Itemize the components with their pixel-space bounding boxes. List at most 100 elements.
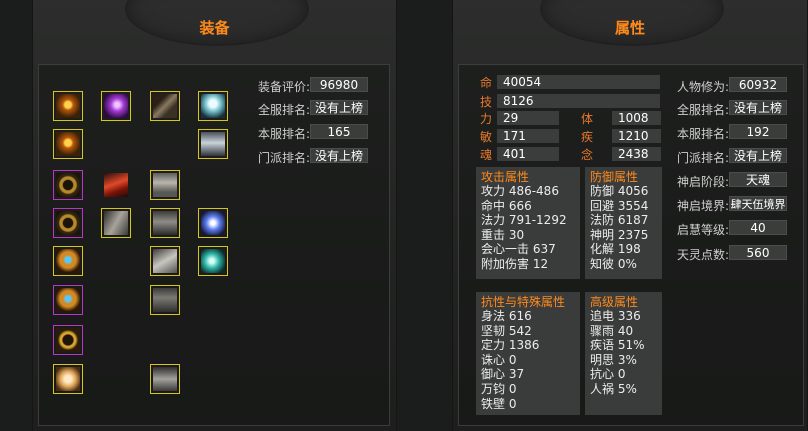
mind-label: 念 bbox=[581, 148, 594, 162]
resist-stats-box: 抗性与特殊属性 身法 616 坚韧 542 定力 1386 诛心 0 御心 37… bbox=[476, 292, 580, 415]
attack-stat-row: 会心一击 637 bbox=[481, 242, 556, 257]
equipment-title: 装备 bbox=[199, 19, 230, 37]
advanced-stat-row: 明思 3% bbox=[590, 352, 637, 367]
armor-art bbox=[153, 173, 177, 197]
crane-art bbox=[201, 94, 225, 118]
resist-stat-row: 诛心 0 bbox=[481, 352, 517, 367]
hp-value: 40054 bbox=[497, 75, 660, 89]
attack-stat-row: 命中 666 bbox=[481, 198, 532, 213]
plume-art bbox=[104, 173, 128, 197]
equip-global-rank-value: 没有上榜 bbox=[310, 100, 368, 115]
attack-stats-box: 攻击属性 攻力 486-486 命中 666 法力 791-1292 重击 30… bbox=[476, 167, 580, 279]
amulet-art bbox=[56, 132, 80, 156]
speed-label: 疾 bbox=[581, 130, 594, 144]
bracer-icon[interactable] bbox=[101, 208, 131, 238]
belt-armor-icon[interactable] bbox=[150, 208, 180, 238]
equip-server-rank-value: 165 bbox=[310, 124, 368, 139]
advanced-stats-box: 高级属性 追电 336 骤雨 40 疾语 51% 明思 3% 抗心 0 人祸 5… bbox=[585, 292, 662, 415]
agility-label: 敏 bbox=[480, 130, 493, 144]
legs-art bbox=[153, 288, 177, 312]
resist-stat-row: 定力 1386 bbox=[481, 338, 540, 353]
dragon-art bbox=[201, 249, 225, 273]
resist-stat-row: 坚韧 542 bbox=[481, 323, 532, 338]
divine-realm-label: 神启境界: bbox=[677, 199, 730, 213]
advanced-stat-row: 疾语 51% bbox=[590, 338, 645, 353]
crane-mount-icon[interactable] bbox=[198, 91, 228, 121]
boots-2-icon[interactable] bbox=[150, 364, 180, 394]
attr-server-rank-value: 192 bbox=[729, 124, 787, 139]
advanced-stats-heading: 高级属性 bbox=[590, 295, 639, 309]
resist-stat-row: 御心 37 bbox=[481, 367, 525, 382]
resist-stat-row: 铁壁 0 bbox=[481, 396, 517, 411]
necklace-icon[interactable] bbox=[53, 325, 83, 355]
attack-stat-row: 攻力 486-486 bbox=[481, 184, 559, 198]
mind-value: 2438 bbox=[612, 147, 661, 161]
spirit-art bbox=[201, 211, 225, 235]
defense-stat-row: 知彼 0% bbox=[590, 256, 637, 271]
equip-score-value: 96980 bbox=[310, 77, 368, 92]
speed-value: 1210 bbox=[612, 129, 661, 143]
leg-armor-icon[interactable] bbox=[150, 285, 180, 315]
defense-stat-row: 神明 2375 bbox=[590, 227, 649, 242]
gemring-art bbox=[56, 249, 80, 273]
hoop-art bbox=[56, 173, 80, 197]
attr-global-rank-value: 没有上榜 bbox=[729, 100, 787, 115]
defense-stat-row: 法防 6187 bbox=[590, 213, 649, 228]
teal-dragon-icon[interactable] bbox=[198, 246, 228, 276]
cultivation-value: 60932 bbox=[729, 77, 787, 92]
skill-value: 8126 bbox=[497, 94, 660, 108]
equip-score-label: 装备评价: bbox=[258, 80, 311, 94]
attr-server-rank-label: 本服排名: bbox=[677, 127, 730, 141]
attack-stat-row: 附加伤害 12 bbox=[481, 256, 549, 271]
chest-armor-icon[interactable] bbox=[150, 170, 180, 200]
skill-label: 技 bbox=[480, 95, 493, 109]
agility-value: 171 bbox=[497, 129, 559, 143]
divine-realm-value: 肆天伍境界 bbox=[729, 196, 787, 211]
divine-stage-value: 天魂 bbox=[729, 172, 787, 187]
boots2-art bbox=[153, 367, 177, 391]
divine-stage-label: 神启阶段: bbox=[677, 175, 730, 189]
figure-icon[interactable] bbox=[198, 129, 228, 159]
attr-sect-rank-label: 门派排名: bbox=[677, 151, 730, 165]
orb-purple-icon[interactable] bbox=[101, 91, 131, 121]
boots-art bbox=[153, 94, 177, 118]
amulet-art bbox=[56, 94, 80, 118]
attack-stats-heading: 攻击属性 bbox=[481, 170, 530, 184]
necklace-art bbox=[56, 328, 80, 352]
orb-art bbox=[104, 94, 128, 118]
wisdom-level-value: 40 bbox=[729, 220, 787, 235]
soul-value: 401 bbox=[497, 147, 559, 161]
wisdom-level-label: 启慧等级: bbox=[677, 223, 730, 237]
belt-art bbox=[153, 211, 177, 235]
advanced-stat-row: 追电 336 bbox=[590, 309, 641, 323]
scroll-icon[interactable] bbox=[53, 364, 83, 394]
defense-stats-box: 防御属性 防御 4056 回避 3554 法防 6187 神明 2375 化解 … bbox=[585, 167, 662, 279]
gem-ring-icon[interactable] bbox=[53, 246, 83, 276]
defense-stats-heading: 防御属性 bbox=[590, 170, 639, 184]
boots-icon[interactable] bbox=[150, 91, 180, 121]
gemring-art bbox=[56, 288, 80, 312]
strength-label: 力 bbox=[480, 112, 493, 126]
amulet-gold-icon[interactable] bbox=[53, 91, 83, 121]
equip-server-rank-label: 本服排名: bbox=[258, 127, 311, 141]
equip-sect-rank-label: 门派排名: bbox=[258, 151, 311, 165]
constitution-value: 1008 bbox=[612, 111, 661, 125]
strength-value: 29 bbox=[497, 111, 559, 125]
blue-spirit-icon[interactable] bbox=[198, 208, 228, 238]
equipment-panel: 装备 装备评价: 96980 全服排名: 没有上榜 本服排名: 165 门派排名… bbox=[32, 0, 397, 431]
attack-stat-row: 重击 30 bbox=[481, 227, 525, 242]
amulet-gold-2-icon[interactable] bbox=[53, 129, 83, 159]
ring-bronze-icon[interactable] bbox=[53, 170, 83, 200]
gem-ring-2-icon[interactable] bbox=[53, 285, 83, 315]
attack-stat-row: 法力 791-1292 bbox=[481, 213, 567, 228]
attribute-panel: 属性 命 40054 技 8126 力 29 体 1008 敏 171 疾 12… bbox=[452, 0, 808, 431]
defense-stat-row: 防御 4056 bbox=[590, 184, 649, 198]
attr-global-rank-label: 全服排名: bbox=[677, 103, 730, 117]
ring-bronze-2-icon[interactable] bbox=[53, 208, 83, 238]
attr-sect-rank-value: 没有上榜 bbox=[729, 148, 787, 163]
resist-stat-row: 身法 616 bbox=[481, 309, 532, 323]
resist-stats-heading: 抗性与特殊属性 bbox=[481, 295, 566, 309]
shoulder-icon[interactable] bbox=[150, 246, 180, 276]
red-plume-icon[interactable] bbox=[101, 170, 131, 200]
hp-label: 命 bbox=[480, 76, 493, 90]
